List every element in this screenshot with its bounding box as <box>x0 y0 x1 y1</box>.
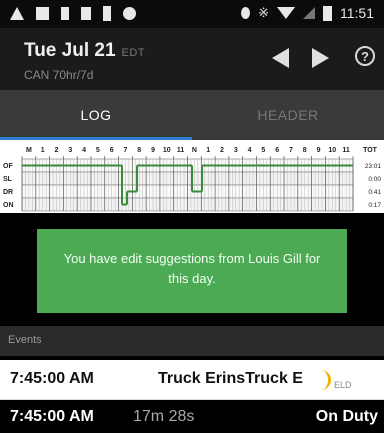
image-icon <box>36 7 49 20</box>
grid-row-label: ON <box>3 202 14 209</box>
grid-hour-label: M <box>26 147 32 154</box>
phone-icon <box>103 6 111 21</box>
event-vehicle: Truck ErinsTruck E <box>158 370 303 387</box>
log-date-text: Tue Jul 21 <box>24 40 116 61</box>
chevron-left-icon[interactable] <box>272 48 289 68</box>
grid-hour-label: 5 <box>261 147 265 154</box>
battery-icon <box>323 5 332 21</box>
grid-hour-label: 9 <box>151 147 155 154</box>
grid-hour-label: 2 <box>55 147 59 154</box>
grid-hour-label: 10 <box>328 147 336 154</box>
help-icon[interactable]: ? <box>355 46 375 66</box>
tab-bar: LOG HEADER <box>0 90 384 140</box>
log-grid[interactable]: M 1 2 3 4 5 6 7 8 9 10 11 N 1 2 3 4 5 6 7 8 9 10 11 TOT OF 23:01 SL… <box>0 140 384 213</box>
grid-total-header: TOT <box>363 147 378 154</box>
status-bar: ※ 11:51 <box>0 0 384 28</box>
event-duration: 17m 28s <box>133 408 195 425</box>
tab-log[interactable]: LOG <box>0 90 192 140</box>
log-timezone: EDT <box>121 47 146 59</box>
grid-hour-label: 1 <box>206 147 210 154</box>
eld-label: ELD <box>334 380 352 390</box>
grid-hour-label: 6 <box>275 147 279 154</box>
bluetooth-icon: ※ <box>258 5 269 20</box>
grid-hour-label: 7 <box>289 147 293 154</box>
events-title: Events <box>8 334 42 346</box>
event-time: 7:45:00 AM <box>10 370 94 387</box>
grid-hour-label: 8 <box>303 147 307 154</box>
sd-card-icon <box>81 7 91 20</box>
grid-hour-label: 4 <box>248 147 252 154</box>
grid-hour-label: 2 <box>220 147 224 154</box>
grid-hour-label: 4 <box>82 147 86 154</box>
log-grid-graph: M 1 2 3 4 5 6 7 8 9 10 11 N 1 2 3 4 5 6 7 8 9 10 11 TOT OF 23:01 SL… <box>3 147 382 212</box>
event-time: 7:45:00 AM <box>10 408 94 425</box>
events-section-header: Events <box>0 326 384 356</box>
recording-icon <box>123 7 136 20</box>
cycle-rule: CAN 70hr/7d <box>24 68 94 82</box>
warning-icon <box>10 7 24 20</box>
tab-header[interactable]: HEADER <box>192 90 384 140</box>
grid-hour-label: N <box>192 147 197 154</box>
grid-hour-label: 11 <box>342 147 350 154</box>
grid-row-total: 0:17 <box>368 202 381 209</box>
wifi-icon <box>277 7 295 19</box>
location-icon <box>241 7 251 19</box>
grid-row-label: OF <box>3 163 13 170</box>
grid-hour-label: 8 <box>137 147 141 154</box>
grid-row-label: SL <box>3 176 13 183</box>
chevron-right-icon[interactable] <box>312 48 329 68</box>
grid-row-total: 0:00 <box>368 176 381 183</box>
event-status: On Duty <box>315 408 378 425</box>
grid-hour-label: 7 <box>123 147 127 154</box>
grid-hour-label: 9 <box>317 147 321 154</box>
grid-hour-label: 3 <box>68 147 72 154</box>
status-right-icons: ※ 11:51 <box>241 5 374 21</box>
event-row[interactable]: 7:45:00 AM 17m 28s On Duty <box>0 400 384 433</box>
signal-icon <box>303 7 315 19</box>
eld-connection-icon <box>316 370 331 390</box>
grid-hour-label: 5 <box>96 147 100 154</box>
grid-row-label: DR <box>3 189 13 196</box>
grid-row-total: 23:01 <box>365 163 382 170</box>
status-left-icons <box>10 6 136 21</box>
grid-hour-label: 11 <box>177 147 185 154</box>
status-time: 11:51 <box>340 5 374 21</box>
download-icon <box>61 7 69 20</box>
grid-hour-label: 1 <box>41 147 45 154</box>
edit-suggestion-text: You have edit suggestions from Louis Gil… <box>63 251 321 286</box>
log-date: Tue Jul 21 EDT <box>24 40 145 62</box>
grid-hour-label: 3 <box>234 147 238 154</box>
grid-hour-label: 6 <box>110 147 114 154</box>
grid-row-total: 0:41 <box>368 189 381 196</box>
edit-suggestion-banner[interactable]: You have edit suggestions from Louis Gil… <box>37 229 347 313</box>
event-row[interactable]: 7:45:00 AM Truck ErinsTruck E ELD <box>0 360 384 400</box>
grid-hour-label: 10 <box>163 147 171 154</box>
